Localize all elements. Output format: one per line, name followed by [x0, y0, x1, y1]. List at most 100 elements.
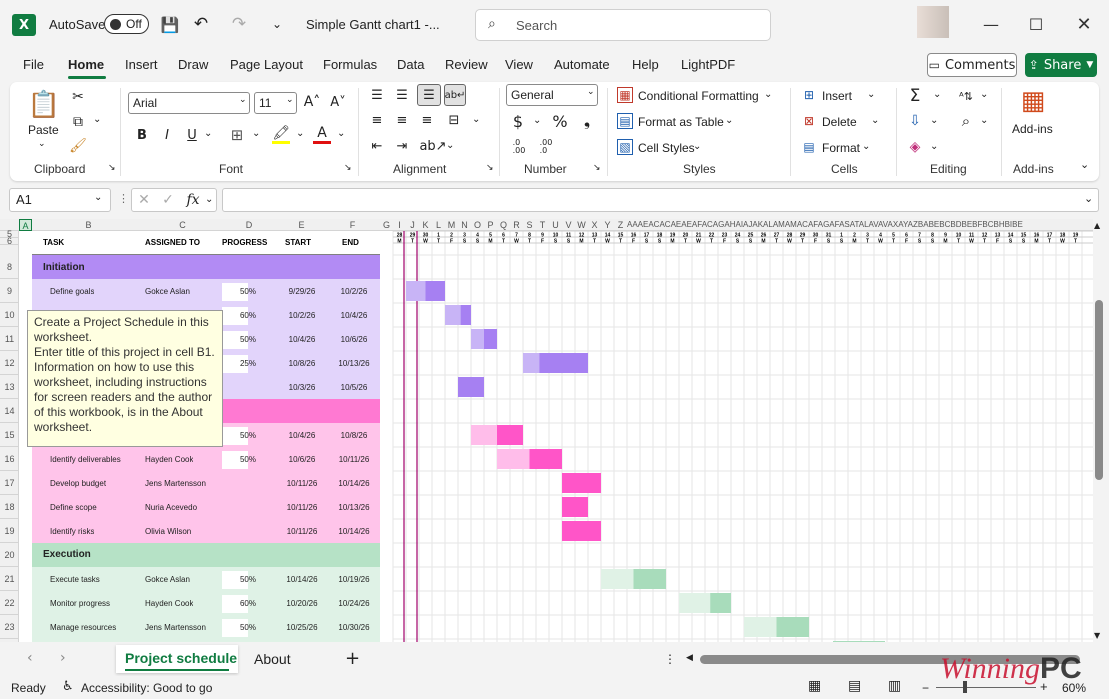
sheet-tab-project-schedule[interactable]: Project schedule [116, 645, 238, 673]
format-cells-icon[interactable]: ▤ [801, 139, 817, 155]
zoom-slider[interactable] [936, 687, 1036, 688]
task-end[interactable]: 10/2/26 [332, 287, 376, 296]
increase-decimal-icon[interactable]: .0.00 [509, 137, 529, 157]
task-end[interactable]: 10/14/26 [332, 479, 376, 488]
task-assignee[interactable]: Gokce Aslan [145, 575, 190, 584]
comments-button[interactable]: ▭ Comments [927, 53, 1017, 77]
tab-insert[interactable]: Insert [125, 57, 158, 72]
task-assignee[interactable]: Jens Martensson [145, 479, 206, 488]
clipboard-launcher-icon[interactable]: ↘ [108, 163, 116, 173]
add-sheet-icon[interactable]: + [345, 648, 360, 669]
task-progress[interactable]: 60% [222, 311, 256, 320]
task-start[interactable]: 10/6/26 [280, 455, 324, 464]
scroll-down-icon[interactable]: ▼ [1094, 631, 1100, 640]
task-end[interactable]: 10/24/26 [332, 599, 376, 608]
delete-chevron-icon[interactable]: ⌄ [871, 115, 879, 126]
tab-data[interactable]: Data [397, 57, 424, 72]
format-table-icon[interactable]: ▤ [617, 113, 633, 129]
format-button[interactable]: Format [822, 141, 860, 155]
task-start[interactable]: 10/11/26 [280, 527, 324, 536]
format-chevron-icon[interactable]: ⌄ [862, 141, 870, 152]
borders-chevron-icon[interactable]: ⌄ [252, 128, 260, 139]
fx-chevron-icon[interactable]: ⌄ [205, 194, 213, 205]
task-name[interactable]: Identify deliverables [50, 455, 121, 464]
page-layout-view-icon[interactable]: ▤ [848, 678, 861, 694]
page-break-view-icon[interactable]: ▥ [888, 678, 901, 694]
expand-formula-icon[interactable]: ⌄ [1084, 192, 1093, 205]
clear-chevron-icon[interactable]: ⌄ [930, 141, 938, 152]
sheet-options-icon[interactable]: ⋮ [664, 652, 676, 666]
font-launcher-icon[interactable]: ↘ [344, 163, 352, 173]
sort-filter-icon[interactable]: ᴬ⇅ [956, 86, 976, 106]
task-start[interactable]: 10/8/26 [280, 359, 324, 368]
task-progress[interactable]: 25% [222, 359, 256, 368]
borders-icon[interactable]: ⊞ [228, 126, 246, 144]
tab-lightpdf[interactable]: LightPDF [681, 57, 735, 72]
tab-review[interactable]: Review [445, 57, 488, 72]
task-assignee[interactable]: Gokce Aslan [145, 287, 190, 296]
formula-input[interactable] [222, 188, 1099, 212]
fill-icon[interactable]: ⇩ [906, 111, 924, 131]
insert-button[interactable]: Insert [822, 89, 852, 103]
paste-chevron-icon[interactable]: ⌄ [38, 139, 46, 149]
currency-icon[interactable]: $ [510, 111, 526, 131]
next-sheet-icon[interactable]: › [60, 650, 66, 666]
find-select-icon[interactable]: ⌕ [956, 111, 976, 131]
copy-chevron-icon[interactable]: ⌄ [93, 114, 101, 125]
paste-icon[interactable]: 📋 [28, 88, 60, 122]
zoom-out-icon[interactable]: − [922, 681, 929, 695]
italic-icon[interactable]: I [159, 126, 175, 144]
task-end[interactable]: 10/4/26 [332, 311, 376, 320]
task-progress[interactable]: 50% [222, 455, 256, 464]
task-end[interactable]: 10/8/26 [332, 431, 376, 440]
task-name[interactable]: Manage resources [50, 623, 116, 632]
tab-draw[interactable]: Draw [178, 57, 208, 72]
task-end[interactable]: 10/13/26 [332, 359, 376, 368]
font-name-select[interactable]: Arial [128, 92, 250, 114]
task-assignee[interactable]: Nuria Acevedo [145, 503, 197, 512]
close-icon[interactable]: ✕ [1069, 12, 1099, 36]
avatar[interactable] [917, 6, 949, 38]
autosum-icon[interactable]: Σ [906, 86, 924, 106]
task-assignee[interactable]: Hayden Cook [145, 455, 193, 464]
task-start[interactable]: 10/2/26 [280, 311, 324, 320]
align-center-icon[interactable]: ≡ [392, 111, 412, 129]
autosave-toggle[interactable]: Off [104, 14, 149, 34]
cut-icon[interactable]: ✂ [69, 88, 87, 106]
decrease-indent-icon[interactable]: ⇤ [367, 137, 387, 155]
tab-help[interactable]: Help [632, 57, 659, 72]
delete-button[interactable]: Delete [822, 115, 857, 129]
add-ins-icon[interactable]: ▦ [1018, 86, 1048, 116]
scroll-up-icon[interactable]: ▲ [1094, 221, 1100, 230]
clear-icon[interactable]: ◈ [906, 137, 924, 157]
task-start[interactable]: 10/25/26 [280, 623, 324, 632]
task-name[interactable]: Monitor progress [50, 599, 110, 608]
task-assignee[interactable]: Hayden Cook [145, 599, 193, 608]
align-bottom-icon[interactable]: ☰ [417, 84, 441, 106]
task-assignee[interactable]: Olivia Wilson [145, 527, 191, 536]
conditional-formatting-icon[interactable]: ▦ [617, 87, 633, 103]
wrap-text-icon[interactable]: ab↵ [444, 84, 466, 106]
scroll-left-icon[interactable]: ◀ [686, 653, 693, 663]
sheet-tab-about[interactable]: About [254, 651, 291, 667]
underline-icon[interactable]: U [184, 126, 200, 144]
font-color-chevron-icon[interactable]: ⌄ [337, 128, 345, 139]
task-progress[interactable]: 50% [222, 335, 256, 344]
customize-qat-icon[interactable]: ⌄ [268, 14, 286, 34]
task-start[interactable]: 10/11/26 [280, 503, 324, 512]
task-name[interactable]: Execute tasks [50, 575, 100, 584]
orientation-chevron-icon[interactable]: ⌄ [446, 140, 454, 151]
task-start[interactable]: 9/29/26 [280, 287, 324, 296]
cell-styles-icon[interactable]: ▧ [617, 139, 633, 155]
underline-chevron-icon[interactable]: ⌄ [204, 128, 212, 139]
tab-home[interactable]: Home [68, 57, 104, 72]
decrease-decimal-icon[interactable]: .00.0 [536, 137, 556, 157]
task-end[interactable]: 10/30/26 [332, 623, 376, 632]
comma-style-icon[interactable]: ❟ [580, 111, 594, 131]
name-box-chevron-icon[interactable]: ⌄ [94, 192, 102, 203]
task-assignee[interactable]: Jens Martensson [145, 623, 206, 632]
task-progress[interactable]: 50% [222, 431, 256, 440]
task-start[interactable]: 10/4/26 [280, 335, 324, 344]
accessibility-status[interactable]: Accessibility: Good to go [81, 681, 212, 695]
prev-sheet-icon[interactable]: ‹ [27, 650, 33, 666]
